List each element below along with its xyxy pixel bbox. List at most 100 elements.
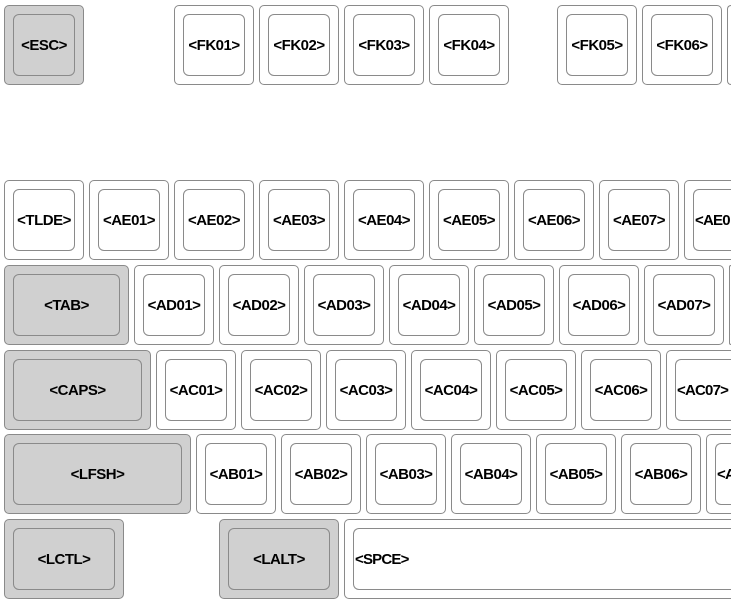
key-label: <LCTL> bbox=[37, 550, 91, 568]
keycap-top: <TAB> bbox=[13, 274, 120, 336]
keycap-top: <AD03> bbox=[313, 274, 375, 336]
key-label: <AD07> bbox=[657, 296, 711, 314]
key-tab[interactable]: <TAB> bbox=[4, 265, 129, 345]
key-label: <AC07> bbox=[677, 381, 729, 399]
keycap-top: <LFSH> bbox=[13, 443, 182, 505]
key-fk02[interactable]: <FK02> bbox=[259, 5, 339, 85]
key-ab03[interactable]: <AB03> bbox=[366, 434, 446, 514]
key-label: <TAB> bbox=[44, 296, 89, 314]
key-ab02[interactable]: <AB02> bbox=[281, 434, 361, 514]
key-label: <AC06> bbox=[594, 381, 648, 399]
key-ae0[interactable]: <AE0 bbox=[684, 180, 731, 260]
keycap-top: <LCTL> bbox=[13, 528, 115, 590]
key-label: <AD02> bbox=[232, 296, 286, 314]
keycap-top: <AE0 bbox=[693, 189, 731, 251]
key-label: <FK03> bbox=[358, 36, 410, 54]
key-ad06[interactable]: <AD06> bbox=[559, 265, 639, 345]
keycap-top: <AE01> bbox=[98, 189, 160, 251]
key-ac03[interactable]: <AC03> bbox=[326, 350, 406, 430]
key-tlde[interactable]: <TLDE> bbox=[4, 180, 84, 260]
key-lalt[interactable]: <LALT> bbox=[219, 519, 339, 599]
key-ae01[interactable]: <AE01> bbox=[89, 180, 169, 260]
key-ab05[interactable]: <AB05> bbox=[536, 434, 616, 514]
key-ab04[interactable]: <AB04> bbox=[451, 434, 531, 514]
key-ad01[interactable]: <AD01> bbox=[134, 265, 214, 345]
key-label: <FK05> bbox=[571, 36, 623, 54]
keycap-top: <AC03> bbox=[335, 359, 397, 421]
keycap-top: <SPCE> bbox=[353, 528, 731, 590]
key-ae02[interactable]: <AE02> bbox=[174, 180, 254, 260]
keycap-top: <AD05> bbox=[483, 274, 545, 336]
key-label: <AD05> bbox=[487, 296, 541, 314]
key-lfsh[interactable]: <LFSH> bbox=[4, 434, 191, 514]
keycap-top: <AC01> bbox=[165, 359, 227, 421]
keycap-top: <AE04> bbox=[353, 189, 415, 251]
key-label: <CAPS> bbox=[49, 381, 106, 399]
keycap-top: <AD01> bbox=[143, 274, 205, 336]
key-label: <AC03> bbox=[339, 381, 393, 399]
keycap-top: <LALT> bbox=[228, 528, 330, 590]
keycap-top: <AE07> bbox=[608, 189, 670, 251]
key-fk03[interactable]: <FK03> bbox=[344, 5, 424, 85]
keycap-top: <FK03> bbox=[353, 14, 415, 76]
keycap-top: <FK04> bbox=[438, 14, 500, 76]
keycap-top: <AB03> bbox=[375, 443, 437, 505]
key-ac04[interactable]: <AC04> bbox=[411, 350, 491, 430]
keycap-top: <AE05> bbox=[438, 189, 500, 251]
key-label: <AB02> bbox=[294, 465, 348, 483]
keycap-top: <AC07> bbox=[675, 359, 731, 421]
key-label: <FK06> bbox=[656, 36, 708, 54]
key-ae04[interactable]: <AE04> bbox=[344, 180, 424, 260]
keycap-top: <AB05> bbox=[545, 443, 607, 505]
key-ae05[interactable]: <AE05> bbox=[429, 180, 509, 260]
key-ad03[interactable]: <AD03> bbox=[304, 265, 384, 345]
key-a[interactable]: <A bbox=[706, 434, 731, 514]
keycap-top: <CAPS> bbox=[13, 359, 142, 421]
key-fk04[interactable]: <FK04> bbox=[429, 5, 509, 85]
keycap-top: <AC05> bbox=[505, 359, 567, 421]
key-ab01[interactable]: <AB01> bbox=[196, 434, 276, 514]
key-fk06[interactable]: <FK06> bbox=[642, 5, 722, 85]
key-ad05[interactable]: <AD05> bbox=[474, 265, 554, 345]
key-caps[interactable]: <CAPS> bbox=[4, 350, 151, 430]
key-label: <FK01> bbox=[188, 36, 240, 54]
key-blank[interactable] bbox=[727, 5, 731, 85]
key-ad02[interactable]: <AD02> bbox=[219, 265, 299, 345]
key-ae07[interactable]: <AE07> bbox=[599, 180, 679, 260]
key-ac05[interactable]: <AC05> bbox=[496, 350, 576, 430]
key-label: <AD03> bbox=[317, 296, 371, 314]
key-label: <SPCE> bbox=[355, 550, 409, 568]
key-label: <AC01> bbox=[169, 381, 223, 399]
key-ab06[interactable]: <AB06> bbox=[621, 434, 701, 514]
key-label: <AE06> bbox=[527, 211, 581, 229]
key-ac06[interactable]: <AC06> bbox=[581, 350, 661, 430]
keycap-top: <FK02> bbox=[268, 14, 330, 76]
key-label: <AB05> bbox=[549, 465, 603, 483]
key-ae03[interactable]: <AE03> bbox=[259, 180, 339, 260]
key-label: <LFSH> bbox=[70, 465, 125, 483]
key-ad04[interactable]: <AD04> bbox=[389, 265, 469, 345]
keycap-top: <AD06> bbox=[568, 274, 630, 336]
keycap-top: <ESC> bbox=[13, 14, 75, 76]
key-label: <AE07> bbox=[612, 211, 666, 229]
key-ac02[interactable]: <AC02> bbox=[241, 350, 321, 430]
key-label: <TLDE> bbox=[17, 211, 71, 229]
keycap-top: <A bbox=[715, 443, 731, 505]
key-spce[interactable]: <SPCE> bbox=[344, 519, 731, 599]
key-esc[interactable]: <ESC> bbox=[4, 5, 84, 85]
keycap-top: <AB01> bbox=[205, 443, 267, 505]
key-ac07[interactable]: <AC07> bbox=[666, 350, 731, 430]
key-ac01[interactable]: <AC01> bbox=[156, 350, 236, 430]
key-label: <AC04> bbox=[424, 381, 478, 399]
key-label: <AB03> bbox=[379, 465, 433, 483]
key-ae06[interactable]: <AE06> bbox=[514, 180, 594, 260]
key-fk05[interactable]: <FK05> bbox=[557, 5, 637, 85]
keycap-top: <AC06> bbox=[590, 359, 652, 421]
keycap-top: <AE03> bbox=[268, 189, 330, 251]
key-fk01[interactable]: <FK01> bbox=[174, 5, 254, 85]
key-label: <AD06> bbox=[572, 296, 626, 314]
key-lctl[interactable]: <LCTL> bbox=[4, 519, 124, 599]
keycap-top: <AE06> bbox=[523, 189, 585, 251]
key-label: <FK02> bbox=[273, 36, 325, 54]
key-ad07[interactable]: <AD07> bbox=[644, 265, 724, 345]
